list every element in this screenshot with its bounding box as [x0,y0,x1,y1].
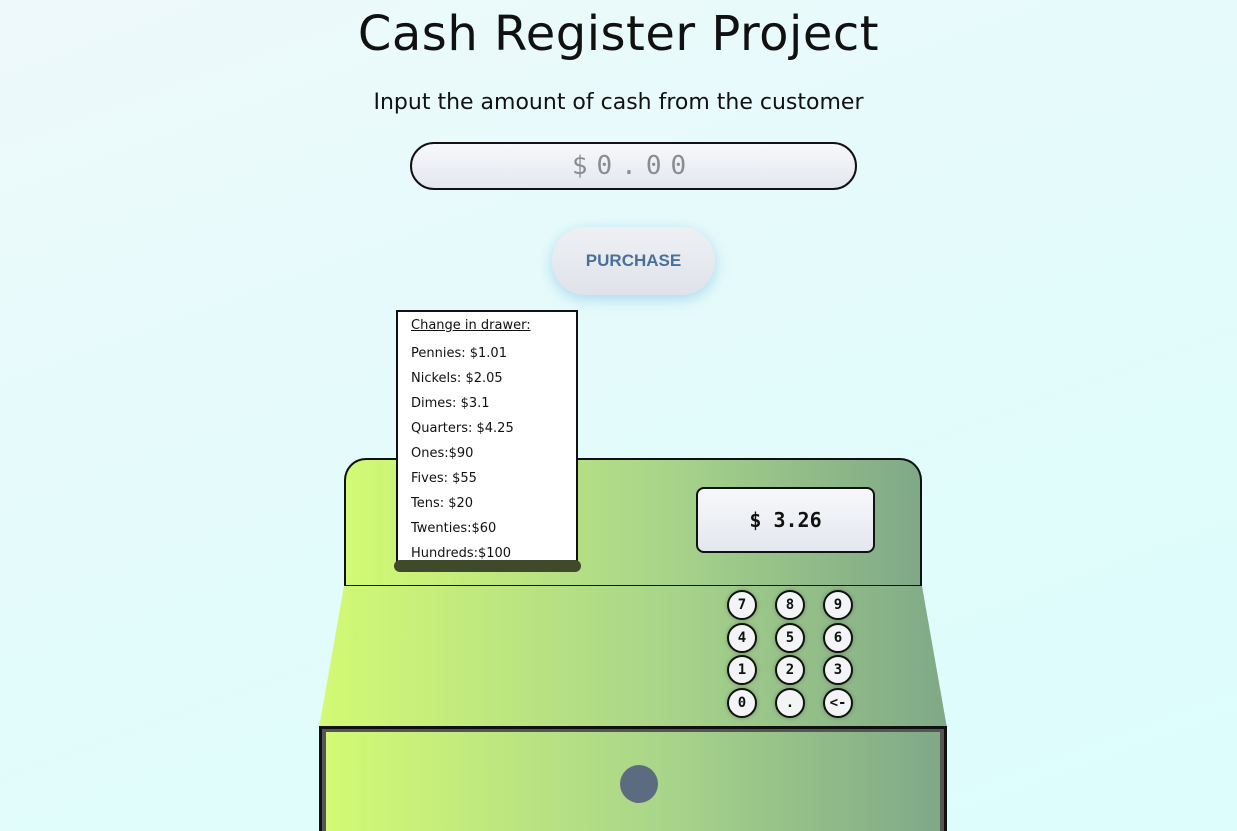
receipt-line-tens: Tens: $20 [411,496,474,511]
key-backspace[interactable]: <- [823,688,853,718]
cash-drawer-front [326,732,940,831]
cash-drawer [319,726,947,831]
cash-input[interactable] [410,142,857,190]
purchase-button[interactable]: PURCHASE [552,227,715,295]
page-subtitle: Input the amount of cash from the custom… [373,90,864,115]
change-receipt: Change in drawer: Pennies: $1.01 Nickels… [396,310,578,564]
key-3[interactable]: 3 [823,655,853,685]
key-decimal[interactable]: . [775,688,805,718]
receipt-line-quarters: Quarters: $4.25 [411,421,514,436]
drawer-knob [620,765,658,803]
receipt-heading: Change in drawer: [411,318,531,333]
receipt-line-nickels: Nickels: $2.05 [411,371,503,386]
receipt-line-fives: Fives: $55 [411,471,477,486]
key-0[interactable]: 0 [727,688,757,718]
key-6[interactable]: 6 [823,623,853,653]
keypad: 7 8 9 4 5 6 1 2 3 0 . <- [727,590,855,720]
key-7[interactable]: 7 [727,590,757,620]
key-1[interactable]: 1 [727,655,757,685]
key-4[interactable]: 4 [727,623,757,653]
receipt-line-pennies: Pennies: $1.01 [411,346,507,361]
receipt-slot [394,560,581,572]
price-display: $ 3.26 [696,487,875,553]
page-title: Cash Register Project [357,6,880,62]
key-5[interactable]: 5 [775,623,805,653]
receipt-line-dimes: Dimes: $3.1 [411,396,490,411]
key-9[interactable]: 9 [823,590,853,620]
receipt-line-ones: Ones:$90 [411,446,474,461]
key-8[interactable]: 8 [775,590,805,620]
key-2[interactable]: 2 [775,655,805,685]
receipt-line-twenties: Twenties:$60 [411,521,497,536]
